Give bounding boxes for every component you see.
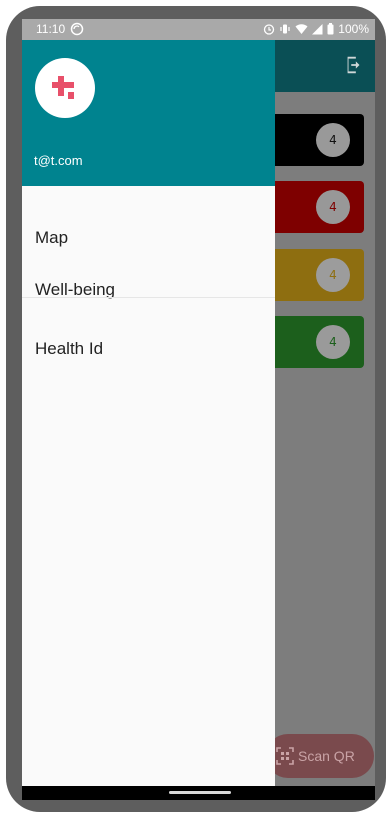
logout-icon[interactable] [343, 54, 365, 76]
card-count-badge: 4 [316, 190, 350, 224]
user-email: t@t.com [34, 153, 83, 168]
cellular-signal-icon [312, 24, 323, 35]
status-card-4[interactable]: 4 [262, 316, 364, 368]
card-count-badge: 4 [316, 258, 350, 292]
status-time: 11:10 [36, 22, 66, 36]
wifi-icon [295, 24, 308, 34]
device-frame: 4 4 4 4 Scan QR 11:10 100% t@t.com Map W… [6, 6, 386, 812]
scan-qr-button[interactable]: Scan QR [266, 734, 374, 778]
screen: 4 4 4 4 Scan QR 11:10 100% t@t.com Map W… [22, 19, 375, 800]
scan-qr-label: Scan QR [298, 748, 355, 764]
qr-scan-icon [276, 747, 294, 765]
battery-percentage: 100% [338, 22, 369, 36]
navigation-drawer: t@t.com Map Well-being Health Id [22, 40, 275, 800]
status-card-2[interactable]: 4 [262, 181, 364, 233]
home-gesture-handle[interactable] [169, 791, 231, 794]
status-card-3[interactable]: 4 [262, 249, 364, 301]
drawer-item-map[interactable]: Map [35, 228, 68, 248]
alarm-icon [264, 24, 275, 35]
card-count-badge: 4 [316, 325, 350, 359]
medical-cross-icon [52, 76, 74, 99]
status-card-1[interactable]: 4 [262, 114, 364, 166]
drawer-item-health-id[interactable]: Health Id [35, 339, 103, 359]
drawer-divider [22, 297, 275, 298]
status-bar: 11:10 100% [22, 19, 375, 40]
card-count-badge: 4 [316, 123, 350, 157]
vibrate-icon [280, 24, 290, 34]
avatar [35, 58, 95, 118]
battery-icon [327, 23, 334, 35]
drawer-header: t@t.com [22, 40, 275, 186]
system-nav-bar [22, 786, 375, 800]
status-icons: 100% [263, 22, 369, 36]
sync-icon [70, 22, 84, 36]
